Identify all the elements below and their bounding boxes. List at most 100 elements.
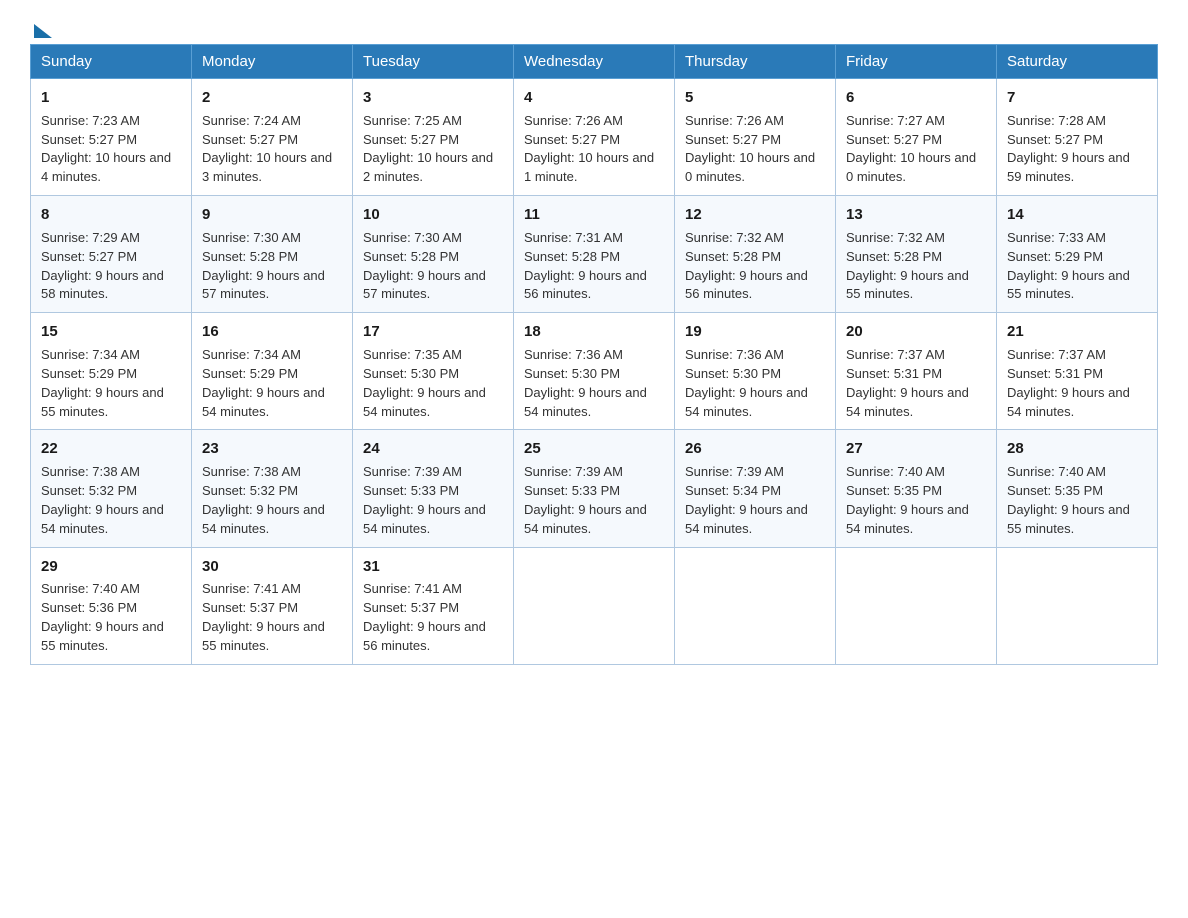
- calendar-cell: 6 Sunrise: 7:27 AMSunset: 5:27 PMDayligh…: [836, 79, 997, 196]
- day-info: Sunrise: 7:26 AMSunset: 5:27 PMDaylight:…: [685, 113, 815, 185]
- calendar-cell: [836, 547, 997, 664]
- calendar-header-row: SundayMondayTuesdayWednesdayThursdayFrid…: [31, 45, 1158, 79]
- day-number: 16: [202, 321, 342, 343]
- day-info: Sunrise: 7:32 AMSunset: 5:28 PMDaylight:…: [685, 230, 808, 302]
- calendar-table: SundayMondayTuesdayWednesdayThursdayFrid…: [30, 44, 1158, 665]
- calendar-cell: [675, 547, 836, 664]
- calendar-week-row: 29 Sunrise: 7:40 AMSunset: 5:36 PMDaylig…: [31, 547, 1158, 664]
- day-number: 4: [524, 87, 664, 109]
- calendar-cell: 14 Sunrise: 7:33 AMSunset: 5:29 PMDaylig…: [997, 196, 1158, 313]
- day-info: Sunrise: 7:37 AMSunset: 5:31 PMDaylight:…: [1007, 347, 1130, 419]
- calendar-cell: 11 Sunrise: 7:31 AMSunset: 5:28 PMDaylig…: [514, 196, 675, 313]
- calendar-cell: 13 Sunrise: 7:32 AMSunset: 5:28 PMDaylig…: [836, 196, 997, 313]
- calendar-week-row: 8 Sunrise: 7:29 AMSunset: 5:27 PMDayligh…: [31, 196, 1158, 313]
- day-info: Sunrise: 7:38 AMSunset: 5:32 PMDaylight:…: [41, 464, 164, 536]
- calendar-cell: 25 Sunrise: 7:39 AMSunset: 5:33 PMDaylig…: [514, 430, 675, 547]
- day-info: Sunrise: 7:29 AMSunset: 5:27 PMDaylight:…: [41, 230, 164, 302]
- day-header-saturday: Saturday: [997, 45, 1158, 79]
- calendar-cell: [514, 547, 675, 664]
- calendar-cell: 12 Sunrise: 7:32 AMSunset: 5:28 PMDaylig…: [675, 196, 836, 313]
- day-info: Sunrise: 7:36 AMSunset: 5:30 PMDaylight:…: [524, 347, 647, 419]
- day-header-thursday: Thursday: [675, 45, 836, 79]
- day-number: 30: [202, 556, 342, 578]
- day-number: 27: [846, 438, 986, 460]
- day-number: 20: [846, 321, 986, 343]
- calendar-cell: 21 Sunrise: 7:37 AMSunset: 5:31 PMDaylig…: [997, 313, 1158, 430]
- day-number: 7: [1007, 87, 1147, 109]
- day-info: Sunrise: 7:34 AMSunset: 5:29 PMDaylight:…: [41, 347, 164, 419]
- calendar-cell: 18 Sunrise: 7:36 AMSunset: 5:30 PMDaylig…: [514, 313, 675, 430]
- day-info: Sunrise: 7:41 AMSunset: 5:37 PMDaylight:…: [363, 581, 486, 653]
- calendar-cell: 2 Sunrise: 7:24 AMSunset: 5:27 PMDayligh…: [192, 79, 353, 196]
- day-info: Sunrise: 7:40 AMSunset: 5:36 PMDaylight:…: [41, 581, 164, 653]
- day-info: Sunrise: 7:35 AMSunset: 5:30 PMDaylight:…: [363, 347, 486, 419]
- day-info: Sunrise: 7:30 AMSunset: 5:28 PMDaylight:…: [202, 230, 325, 302]
- calendar-cell: 23 Sunrise: 7:38 AMSunset: 5:32 PMDaylig…: [192, 430, 353, 547]
- calendar-cell: 1 Sunrise: 7:23 AMSunset: 5:27 PMDayligh…: [31, 79, 192, 196]
- day-number: 14: [1007, 204, 1147, 226]
- day-number: 1: [41, 87, 181, 109]
- logo-arrow-icon: [34, 24, 52, 38]
- day-number: 3: [363, 87, 503, 109]
- day-number: 17: [363, 321, 503, 343]
- day-number: 9: [202, 204, 342, 226]
- day-number: 2: [202, 87, 342, 109]
- day-info: Sunrise: 7:27 AMSunset: 5:27 PMDaylight:…: [846, 113, 976, 185]
- calendar-cell: 15 Sunrise: 7:34 AMSunset: 5:29 PMDaylig…: [31, 313, 192, 430]
- day-number: 19: [685, 321, 825, 343]
- day-number: 28: [1007, 438, 1147, 460]
- calendar-cell: 20 Sunrise: 7:37 AMSunset: 5:31 PMDaylig…: [836, 313, 997, 430]
- day-info: Sunrise: 7:23 AMSunset: 5:27 PMDaylight:…: [41, 113, 171, 185]
- calendar-week-row: 1 Sunrise: 7:23 AMSunset: 5:27 PMDayligh…: [31, 79, 1158, 196]
- calendar-cell: 24 Sunrise: 7:39 AMSunset: 5:33 PMDaylig…: [353, 430, 514, 547]
- day-number: 23: [202, 438, 342, 460]
- day-number: 13: [846, 204, 986, 226]
- day-number: 5: [685, 87, 825, 109]
- day-info: Sunrise: 7:39 AMSunset: 5:33 PMDaylight:…: [524, 464, 647, 536]
- day-number: 8: [41, 204, 181, 226]
- calendar-cell: 28 Sunrise: 7:40 AMSunset: 5:35 PMDaylig…: [997, 430, 1158, 547]
- day-info: Sunrise: 7:28 AMSunset: 5:27 PMDaylight:…: [1007, 113, 1130, 185]
- day-number: 26: [685, 438, 825, 460]
- calendar-cell: 22 Sunrise: 7:38 AMSunset: 5:32 PMDaylig…: [31, 430, 192, 547]
- day-number: 11: [524, 204, 664, 226]
- day-header-sunday: Sunday: [31, 45, 192, 79]
- page-header: [30, 20, 1158, 34]
- calendar-cell: 30 Sunrise: 7:41 AMSunset: 5:37 PMDaylig…: [192, 547, 353, 664]
- day-info: Sunrise: 7:41 AMSunset: 5:37 PMDaylight:…: [202, 581, 325, 653]
- day-info: Sunrise: 7:30 AMSunset: 5:28 PMDaylight:…: [363, 230, 486, 302]
- day-number: 24: [363, 438, 503, 460]
- day-number: 18: [524, 321, 664, 343]
- day-number: 10: [363, 204, 503, 226]
- day-info: Sunrise: 7:32 AMSunset: 5:28 PMDaylight:…: [846, 230, 969, 302]
- day-header-friday: Friday: [836, 45, 997, 79]
- day-info: Sunrise: 7:36 AMSunset: 5:30 PMDaylight:…: [685, 347, 808, 419]
- calendar-cell: 4 Sunrise: 7:26 AMSunset: 5:27 PMDayligh…: [514, 79, 675, 196]
- day-number: 22: [41, 438, 181, 460]
- calendar-week-row: 22 Sunrise: 7:38 AMSunset: 5:32 PMDaylig…: [31, 430, 1158, 547]
- day-number: 29: [41, 556, 181, 578]
- day-number: 12: [685, 204, 825, 226]
- day-header-monday: Monday: [192, 45, 353, 79]
- day-header-tuesday: Tuesday: [353, 45, 514, 79]
- calendar-cell: 29 Sunrise: 7:40 AMSunset: 5:36 PMDaylig…: [31, 547, 192, 664]
- day-number: 25: [524, 438, 664, 460]
- day-info: Sunrise: 7:26 AMSunset: 5:27 PMDaylight:…: [524, 113, 654, 185]
- day-info: Sunrise: 7:33 AMSunset: 5:29 PMDaylight:…: [1007, 230, 1130, 302]
- day-number: 6: [846, 87, 986, 109]
- calendar-cell: 16 Sunrise: 7:34 AMSunset: 5:29 PMDaylig…: [192, 313, 353, 430]
- day-info: Sunrise: 7:38 AMSunset: 5:32 PMDaylight:…: [202, 464, 325, 536]
- calendar-cell: 7 Sunrise: 7:28 AMSunset: 5:27 PMDayligh…: [997, 79, 1158, 196]
- calendar-cell: 26 Sunrise: 7:39 AMSunset: 5:34 PMDaylig…: [675, 430, 836, 547]
- calendar-cell: 10 Sunrise: 7:30 AMSunset: 5:28 PMDaylig…: [353, 196, 514, 313]
- calendar-cell: 8 Sunrise: 7:29 AMSunset: 5:27 PMDayligh…: [31, 196, 192, 313]
- calendar-cell: 9 Sunrise: 7:30 AMSunset: 5:28 PMDayligh…: [192, 196, 353, 313]
- day-info: Sunrise: 7:25 AMSunset: 5:27 PMDaylight:…: [363, 113, 493, 185]
- calendar-cell: 19 Sunrise: 7:36 AMSunset: 5:30 PMDaylig…: [675, 313, 836, 430]
- logo: [30, 20, 52, 34]
- calendar-cell: 27 Sunrise: 7:40 AMSunset: 5:35 PMDaylig…: [836, 430, 997, 547]
- day-info: Sunrise: 7:40 AMSunset: 5:35 PMDaylight:…: [1007, 464, 1130, 536]
- calendar-cell: 17 Sunrise: 7:35 AMSunset: 5:30 PMDaylig…: [353, 313, 514, 430]
- day-number: 15: [41, 321, 181, 343]
- calendar-cell: 5 Sunrise: 7:26 AMSunset: 5:27 PMDayligh…: [675, 79, 836, 196]
